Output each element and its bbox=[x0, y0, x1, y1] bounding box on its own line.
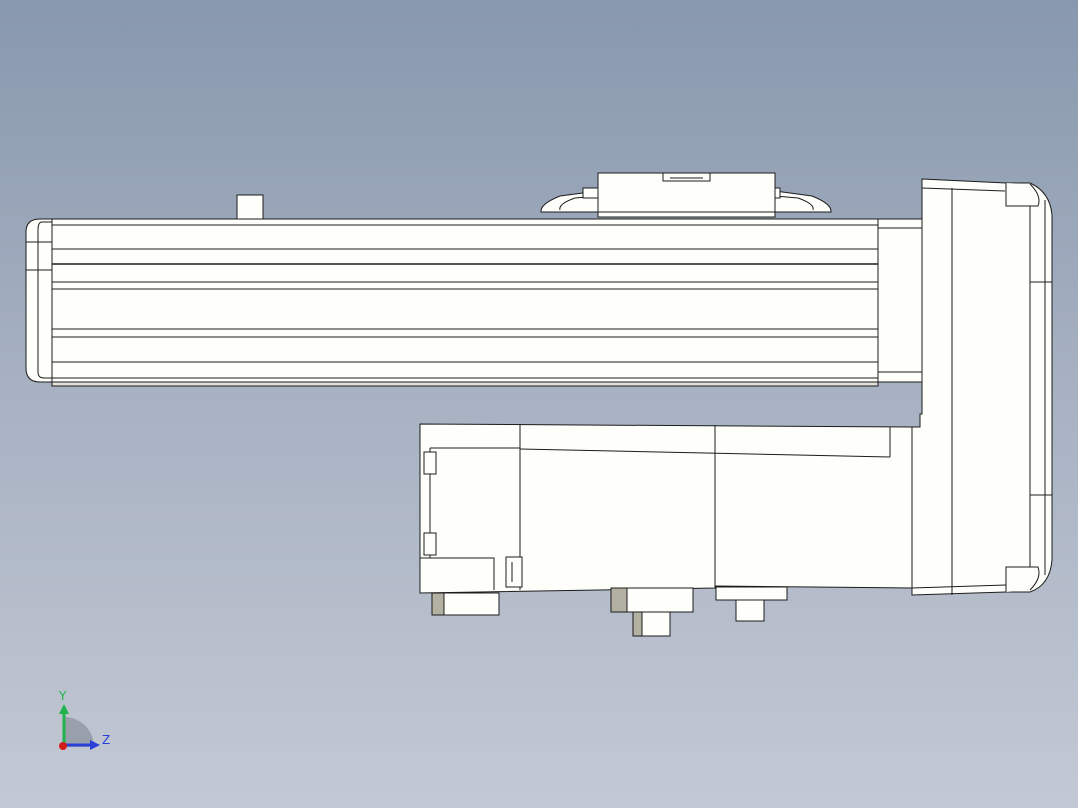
z-axis-label: Z bbox=[102, 733, 110, 747]
z-axis-arrow-head-icon bbox=[90, 740, 100, 750]
cad-graphics-viewport[interactable]: Y Z bbox=[0, 0, 1078, 808]
coordinate-triad: Y Z bbox=[58, 689, 110, 750]
y-axis-label: Y bbox=[58, 689, 67, 703]
y-axis-arrow-head-icon bbox=[59, 704, 69, 714]
x-axis-dot-icon bbox=[59, 742, 67, 750]
triad-quadrant bbox=[64, 717, 94, 747]
